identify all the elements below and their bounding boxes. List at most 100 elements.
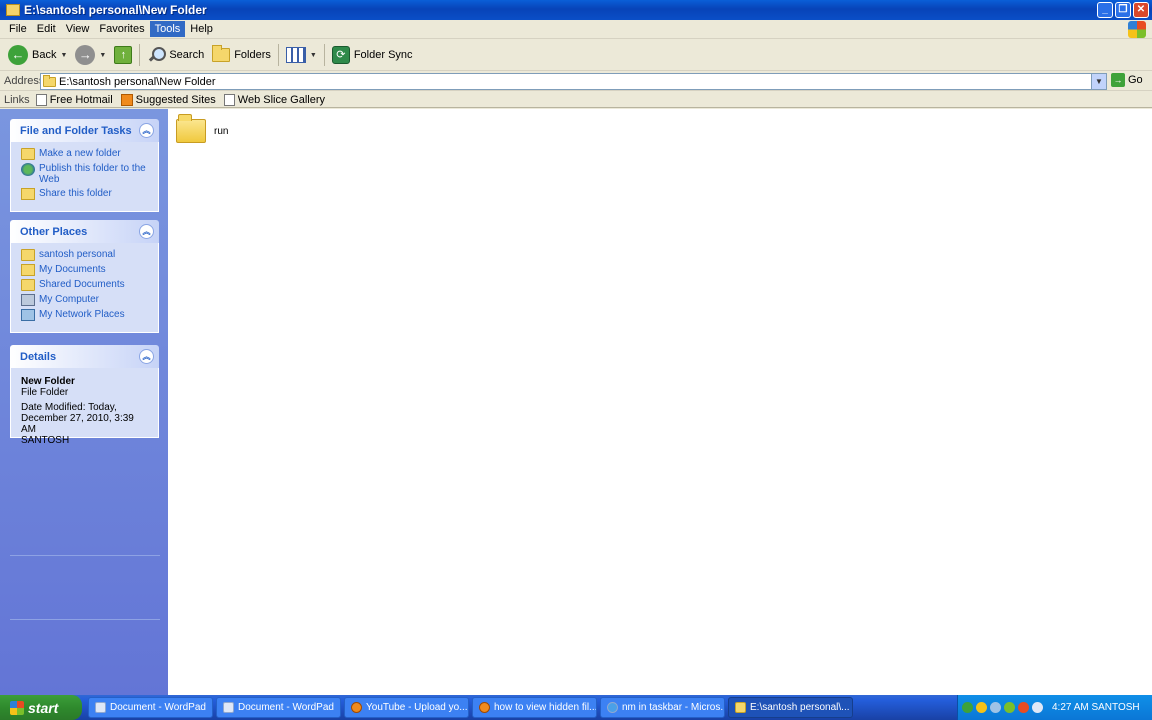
panel-title: Other Places [20,225,88,238]
tray-icon[interactable] [962,702,973,713]
maximize-button[interactable]: ❐ [1115,2,1131,18]
window-controls: _ ❐ ✕ [1097,2,1149,18]
wordpad-icon [223,702,234,713]
network-tray-icon[interactable] [990,702,1001,713]
file-list-area[interactable]: run [168,109,1152,695]
title-bar[interactable]: E:\santosh personal\New Folder _ ❐ ✕ [0,0,1152,20]
chevron-down-icon[interactable]: ▼ [1091,74,1106,89]
antivirus-tray-icon[interactable] [1018,702,1029,713]
make-new-folder-link[interactable]: Make a new folder [21,148,150,160]
start-label: start [28,699,59,716]
collapse-icon[interactable]: ︽ [139,123,154,138]
place-label: santosh personal [39,249,116,260]
windows-logo-icon [1128,21,1146,38]
file-folder-tasks-panel: File and Folder Tasks ︽ Make a new folde… [10,119,159,212]
wordpad-icon [95,702,106,713]
publish-folder-link[interactable]: Publish this folder to the Web [21,163,150,185]
search-button[interactable]: Search [143,42,208,68]
address-input[interactable]: E:\santosh personal\New Folder ▼ [40,73,1107,90]
menu-edit[interactable]: Edit [32,21,61,37]
back-arrow-icon: ← [8,45,28,65]
link-free-hotmail[interactable]: Free Hotmail [35,93,113,106]
computer-icon [21,294,35,306]
menu-favorites[interactable]: Favorites [94,21,149,37]
network-icon [21,309,35,321]
toolbar: ← Back ▼ → ▼ ↑ Search Folders ▼ ⟳ Folder… [0,40,1152,71]
views-icon [285,47,306,63]
details-panel: Details ︽ New Folder File Folder Date Mo… [10,345,159,446]
folder-icon [735,702,746,713]
taskbar-button-ie[interactable]: nm in taskbar - Micros... [600,697,725,718]
system-tray: 4:27 AM SANTOSH [957,695,1152,720]
panel-header[interactable]: Details ︽ [10,345,159,368]
address-bar: Address E:\santosh personal\New Folder ▼… [0,72,1152,91]
place-my-documents[interactable]: My Documents [21,264,150,276]
file-name: run [214,125,229,137]
volume-tray-icon[interactable] [1032,702,1043,713]
place-santosh-personal[interactable]: santosh personal [21,249,150,261]
tray-icon[interactable] [976,702,987,713]
go-label: Go [1128,74,1143,86]
chevron-down-icon[interactable]: ▼ [99,52,106,59]
panel-header[interactable]: File and Folder Tasks ︽ [10,119,159,142]
panel-body: Make a new folder Publish this folder to… [10,142,159,212]
suggested-sites-icon [120,93,133,106]
up-folder-button[interactable]: ↑ [110,42,136,68]
panel-title: Details [20,350,57,363]
links-bar: Links Free Hotmail Suggested Sites Web S… [0,92,1152,108]
taskbar-button-label: Document - WordPad [238,702,334,713]
folder-icon [43,74,56,87]
taskbar-button-wordpad-2[interactable]: Document - WordPad [216,697,341,718]
place-label: My Network Places [39,309,125,320]
toolbar-divider [277,44,279,66]
file-item-run[interactable]: run [176,114,229,143]
folders-button[interactable]: Folders [208,42,275,68]
menu-tools[interactable]: Tools [149,21,186,37]
back-button[interactable]: ← Back ▼ [4,42,71,68]
up-folder-icon: ↑ [114,46,133,64]
taskbar-button-label: E:\santosh personal\... [750,702,850,713]
share-folder-link[interactable]: Share this folder [21,188,150,200]
window-title: E:\santosh personal\New Folder [24,3,207,17]
menu-help[interactable]: Help [185,21,218,37]
folder-icon [176,114,206,143]
taskbar-button-youtube[interactable]: YouTube - Upload yo... [344,697,469,718]
collapse-icon[interactable]: ︽ [139,349,154,364]
views-button[interactable]: ▼ [282,42,321,68]
firefox-icon [351,702,362,713]
taskbar-button-explorer[interactable]: E:\santosh personal\... [728,697,853,718]
place-shared-documents[interactable]: Shared Documents [21,279,150,291]
clock[interactable]: 4:27 AM SANTOSH [1052,702,1140,713]
close-button[interactable]: ✕ [1133,2,1149,18]
folders-label: Folders [234,49,271,61]
link-web-slice-gallery[interactable]: Web Slice Gallery [223,93,325,106]
task-link-label: Share this folder [39,188,112,199]
task-pane: File and Folder Tasks ︽ Make a new folde… [0,109,168,695]
folder-sync-button[interactable]: ⟳ Folder Sync [328,42,417,68]
forward-button[interactable]: → ▼ [71,42,110,68]
place-my-computer[interactable]: My Computer [21,294,150,306]
menu-file[interactable]: File [4,21,32,37]
place-my-network-places[interactable]: My Network Places [21,309,150,321]
forward-arrow-icon: → [75,45,96,65]
minimize-button[interactable]: _ [1097,2,1113,18]
collapse-icon[interactable]: ︽ [139,224,154,239]
panel-header[interactable]: Other Places ︽ [10,220,159,243]
start-button[interactable]: start [0,695,82,720]
ie-icon [607,702,618,713]
other-places-panel: Other Places ︽ santosh personal My Docum… [10,220,159,333]
taskbar-button-wordpad-1[interactable]: Document - WordPad [88,697,213,718]
page-icon [35,93,47,106]
tray-icon[interactable] [1004,702,1015,713]
chevron-down-icon[interactable]: ▼ [60,52,67,59]
link-label: Web Slice Gallery [237,93,325,106]
link-suggested-sites[interactable]: Suggested Sites [120,93,216,106]
taskbar-button-label: how to view hidden fil... [494,702,597,713]
panel-title: File and Folder Tasks [20,124,132,137]
go-button[interactable]: → Go [1111,73,1143,87]
taskbar-button-hidden-files[interactable]: how to view hidden fil... [472,697,597,718]
new-folder-icon [21,148,35,160]
search-icon [147,46,167,64]
menu-view[interactable]: View [61,21,95,37]
folder-sync-label: Folder Sync [353,49,413,61]
